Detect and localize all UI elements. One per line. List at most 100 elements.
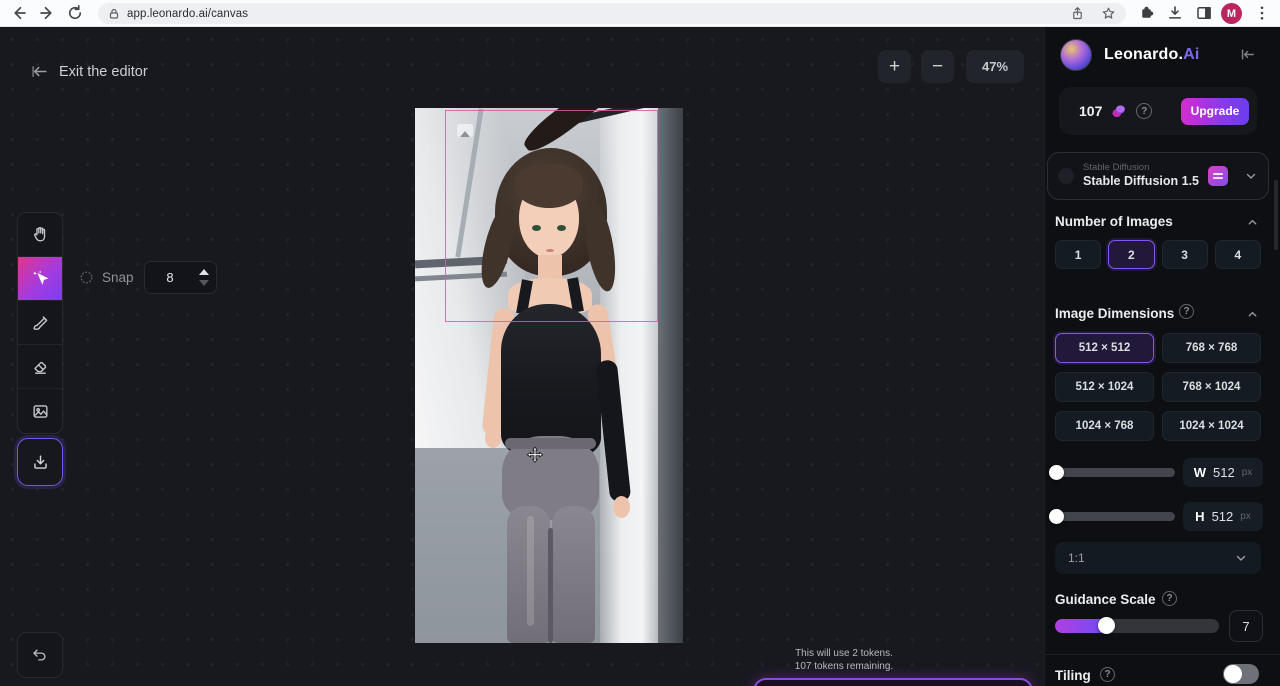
- dimension-option-512x512[interactable]: 512 × 512: [1055, 333, 1154, 363]
- guidance-scale-help-icon[interactable]: ?: [1162, 591, 1177, 606]
- bookmark-star-icon[interactable]: [1101, 6, 1116, 21]
- hand-tool[interactable]: [18, 213, 62, 257]
- snap-stepper[interactable]: 8: [144, 261, 217, 294]
- share-icon[interactable]: [1070, 6, 1085, 21]
- height-unit: px: [1240, 511, 1251, 522]
- back-icon[interactable]: [10, 4, 28, 27]
- width-slider[interactable]: [1055, 468, 1175, 477]
- snap-control: Snap 8: [79, 261, 217, 294]
- selection-box[interactable]: [445, 110, 658, 322]
- image-tool[interactable]: [18, 389, 62, 433]
- eraser-tool[interactable]: [18, 345, 62, 389]
- forward-icon[interactable]: [38, 4, 56, 27]
- width-value-box[interactable]: W 512 px: [1183, 458, 1263, 487]
- usage-line-2: 107 tokens remaining.: [744, 661, 944, 674]
- guidance-scale-slider[interactable]: [1055, 619, 1219, 633]
- num-images-option-1[interactable]: 1: [1055, 240, 1101, 269]
- avatar[interactable]: [1060, 39, 1092, 71]
- lock-icon: [108, 8, 120, 20]
- snap-decrease-icon[interactable]: [199, 280, 209, 286]
- model-chevron-down-icon: [1244, 169, 1258, 183]
- art-hand-left: [485, 428, 501, 448]
- reload-icon[interactable]: [66, 4, 84, 27]
- height-value-box[interactable]: H 512 px: [1183, 502, 1263, 531]
- token-count: 107: [1079, 103, 1102, 119]
- aspect-ratio-select[interactable]: 1:1: [1055, 542, 1261, 574]
- zoom-out-button[interactable]: −: [921, 50, 954, 83]
- guidance-scale-number: 7: [1242, 619, 1249, 634]
- tokens-help-icon[interactable]: ?: [1136, 103, 1152, 119]
- aspect-ratio-chevron-icon: [1234, 551, 1248, 565]
- image-dimensions-title: Image Dimensions: [1055, 306, 1174, 321]
- eraser-icon: [31, 357, 50, 376]
- model-select-value: Stable Diffusion 1.5: [1083, 174, 1199, 190]
- zoom-in-label: +: [889, 56, 900, 78]
- number-of-images-title: Number of Images: [1055, 214, 1173, 229]
- dimension-option-768x768[interactable]: 768 × 768: [1162, 333, 1261, 363]
- image-dimensions-collapse-icon[interactable]: [1246, 308, 1259, 321]
- brand-accent: Ai: [1183, 46, 1199, 63]
- url-bar[interactable]: app.leonardo.ai/canvas: [98, 3, 1126, 24]
- undo-icon: [31, 646, 49, 664]
- url-text: app.leonardo.ai/canvas: [127, 8, 248, 20]
- zoom-in-button[interactable]: +: [878, 50, 911, 83]
- height-label: H: [1195, 509, 1204, 524]
- zoom-level[interactable]: 47%: [966, 50, 1024, 83]
- art-leg-right: [552, 506, 595, 643]
- art-leg-highlight: [527, 516, 534, 626]
- downloads-icon[interactable]: [1166, 4, 1184, 27]
- brand-name: Leonardo.Ai: [1104, 46, 1200, 64]
- dimension-option-512x1024[interactable]: 512 × 1024: [1055, 372, 1154, 402]
- width-value: 512: [1213, 465, 1235, 480]
- snap-toggle-icon[interactable]: [79, 270, 94, 285]
- profile-initial: M: [1227, 8, 1236, 20]
- number-of-images-collapse-icon[interactable]: [1246, 216, 1259, 229]
- brand-primary: Leonardo.: [1104, 46, 1183, 63]
- move-cursor-icon: [526, 446, 544, 469]
- side-panel-icon[interactable]: [1195, 4, 1213, 27]
- generate-button[interactable]: [753, 678, 1033, 686]
- tiling-toggle[interactable]: [1223, 664, 1259, 684]
- browser-menu-icon[interactable]: [1253, 4, 1271, 27]
- height-slider-thumb[interactable]: [1049, 509, 1064, 524]
- brush-icon: [31, 313, 50, 332]
- guidance-scale-thumb[interactable]: [1098, 617, 1115, 634]
- extensions-puzzle-icon[interactable]: [1138, 5, 1155, 27]
- model-card-icon: [1208, 166, 1228, 186]
- hand-icon: [31, 225, 50, 244]
- width-slider-thumb[interactable]: [1049, 465, 1064, 480]
- download-tool[interactable]: [17, 438, 63, 486]
- select-tool[interactable]: [18, 257, 62, 301]
- exit-editor-button[interactable]: Exit the editor: [30, 62, 148, 81]
- sketch-tool[interactable]: [18, 301, 62, 345]
- token-bar: 107 ? Upgrade: [1059, 87, 1257, 135]
- tiling-help-icon[interactable]: ?: [1100, 667, 1115, 682]
- dimension-option-1024x1024[interactable]: 1024 × 1024: [1162, 411, 1261, 441]
- model-select[interactable]: Stable Diffusion Stable Diffusion 1.5: [1047, 152, 1269, 200]
- coin-icon: [1110, 103, 1128, 119]
- zoom-out-label: −: [932, 56, 943, 78]
- image-dimensions-options: 512 × 512 768 × 768 512 × 1024 768 × 102…: [1055, 333, 1261, 441]
- art-waistband: [505, 438, 596, 449]
- height-value: 512: [1212, 509, 1234, 524]
- divider: [1045, 654, 1280, 655]
- zoom-level-value: 47%: [982, 59, 1008, 74]
- art-wall-edge: [658, 108, 683, 643]
- browser-profile-avatar[interactable]: M: [1221, 3, 1242, 24]
- snap-increase-icon[interactable]: [199, 269, 209, 275]
- upgrade-button[interactable]: Upgrade: [1181, 98, 1249, 125]
- collapse-sidebar-icon[interactable]: [1239, 46, 1256, 68]
- cursor-sparkle-icon: [31, 269, 50, 288]
- num-images-option-4[interactable]: 4: [1215, 240, 1261, 269]
- dimension-option-768x1024[interactable]: 768 × 1024: [1162, 372, 1261, 402]
- image-dimensions-help-icon[interactable]: ?: [1179, 304, 1194, 319]
- undo-button[interactable]: [17, 632, 63, 678]
- num-images-option-3[interactable]: 3: [1162, 240, 1208, 269]
- dimension-option-1024x768[interactable]: 1024 × 768: [1055, 411, 1154, 441]
- width-unit: px: [1242, 467, 1253, 478]
- sidebar-scrollbar[interactable]: [1274, 180, 1278, 250]
- height-slider[interactable]: [1055, 512, 1175, 521]
- token-usage-note: This will use 2 tokens. 107 tokens remai…: [744, 648, 944, 673]
- number-of-images-options: 1 2 3 4: [1055, 240, 1261, 269]
- num-images-option-2[interactable]: 2: [1108, 240, 1154, 269]
